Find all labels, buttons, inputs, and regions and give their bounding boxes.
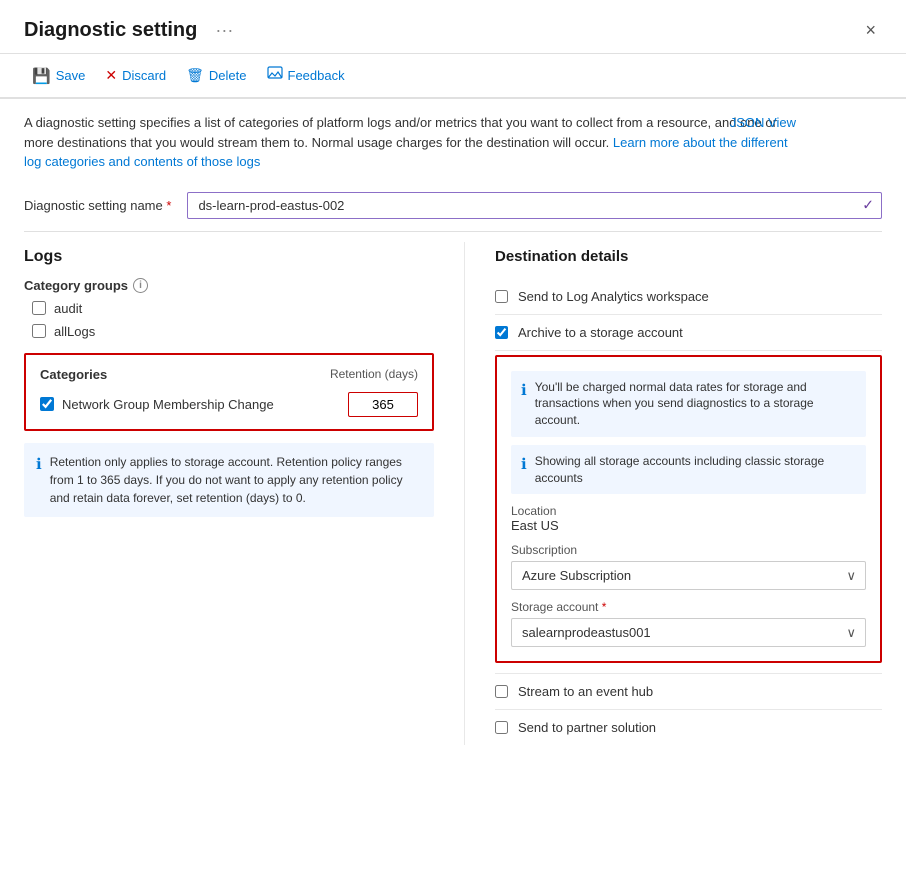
subscription-dropdown[interactable]: Azure Subscription: [511, 561, 866, 590]
info-icon: ℹ: [36, 454, 42, 477]
event-hub-label: Stream to an event hub: [518, 684, 653, 699]
subscription-dropdown-wrap: Azure Subscription ∨: [511, 561, 866, 590]
allLogs-label: allLogs: [54, 324, 95, 339]
charge-info-box: ℹ You'll be charged normal data rates fo…: [511, 371, 866, 437]
category-groups-title: Category groups i: [24, 278, 434, 293]
panel-options-dots[interactable]: ···: [215, 20, 233, 41]
title-row: Diagnostic setting ···: [24, 19, 233, 42]
network-group-checkbox[interactable]: [40, 397, 54, 411]
logs-section-title: Logs: [24, 248, 434, 266]
partner-solution-row: Send to partner solution: [495, 710, 882, 745]
partner-solution-checkbox[interactable]: [495, 721, 508, 734]
diag-name-row: Diagnostic setting name * ✓: [0, 182, 906, 231]
panel-title: Diagnostic setting: [24, 19, 197, 42]
log-analytics-checkbox[interactable]: [495, 290, 508, 303]
retention-info-box: ℹ Retention only applies to storage acco…: [24, 443, 434, 517]
save-label: Save: [56, 68, 86, 83]
feedback-label: Feedback: [288, 68, 345, 83]
json-view-link[interactable]: JSON View: [730, 113, 796, 133]
retention-days-label: Retention (days): [330, 367, 418, 381]
delete-label: Delete: [209, 68, 247, 83]
toolbar: 💾 Save ✕ Discard 🗑 Delete Feedback: [0, 54, 906, 98]
categories-box: Categories Retention (days) Network Grou…: [24, 353, 434, 431]
discard-icon: ✕: [105, 67, 117, 84]
diag-name-input[interactable]: [187, 192, 882, 219]
location-value: East US: [511, 518, 866, 533]
logs-section: Logs Category groups i audit allLogs Cat…: [24, 242, 464, 746]
storage-account-required: *: [602, 600, 607, 614]
diag-name-required: *: [166, 198, 171, 213]
storage-account-label: Storage account *: [511, 600, 866, 614]
charge-info-icon: ℹ: [521, 380, 527, 401]
discard-label: Discard: [122, 68, 166, 83]
feedback-icon: [267, 66, 283, 85]
audit-label: audit: [54, 301, 82, 316]
subscription-label: Subscription: [511, 543, 866, 557]
feedback-button[interactable]: Feedback: [259, 62, 353, 89]
diagnostic-setting-panel: Diagnostic setting ··· × 💾 Save ✕ Discar…: [0, 0, 906, 880]
event-hub-checkbox[interactable]: [495, 685, 508, 698]
save-button[interactable]: 💾 Save: [24, 63, 93, 89]
learn-more-link[interactable]: Learn more about the different log categ…: [24, 135, 788, 170]
categories-header: Categories Retention (days): [40, 367, 418, 382]
event-hub-row: Stream to an event hub: [495, 673, 882, 710]
two-col-layout: Logs Category groups i audit allLogs Cat…: [0, 232, 906, 746]
charge-info-text: You'll be charged normal data rates for …: [535, 379, 856, 429]
audit-checkbox-row: audit: [32, 301, 434, 316]
destination-section-title: Destination details: [495, 248, 882, 265]
archive-storage-row: Archive to a storage account: [495, 315, 882, 351]
network-group-category-row: Network Group Membership Change: [40, 392, 418, 417]
category-groups-info-icon[interactable]: i: [133, 278, 148, 293]
archive-storage-label: Archive to a storage account: [518, 325, 683, 340]
panel-header: Diagnostic setting ··· ×: [0, 0, 906, 54]
location-row: Location East US: [511, 504, 866, 533]
storage-info-icon: ℹ: [521, 454, 527, 475]
discard-button[interactable]: ✕ Discard: [97, 63, 174, 88]
storage-accounts-info-text: Showing all storage accounts including c…: [535, 453, 856, 487]
partner-solution-label: Send to partner solution: [518, 720, 656, 735]
storage-account-dropdown[interactable]: salearnprodeastus001: [511, 618, 866, 647]
storage-account-dropdown-wrap: salearnprodeastus001 ∨: [511, 618, 866, 647]
description-text: A diagnostic setting specifies a list of…: [24, 115, 788, 169]
log-analytics-row: Send to Log Analytics workspace: [495, 279, 882, 315]
storage-details-box: ℹ You'll be charged normal data rates fo…: [495, 355, 882, 664]
retention-input[interactable]: [348, 392, 418, 417]
check-icon: ✓: [862, 197, 874, 214]
archive-storage-checkbox[interactable]: [495, 326, 508, 339]
close-button[interactable]: ×: [859, 18, 882, 43]
delete-button[interactable]: 🗑 Delete: [178, 63, 254, 88]
diag-name-label: Diagnostic setting name *: [24, 198, 171, 213]
audit-checkbox[interactable]: [32, 301, 46, 315]
destination-section: Destination details Send to Log Analytic…: [464, 242, 882, 746]
allLogs-checkbox[interactable]: [32, 324, 46, 338]
diag-name-input-wrap: ✓: [187, 192, 882, 219]
retention-info-text: Retention only applies to storage accoun…: [50, 453, 422, 507]
storage-accounts-info-box: ℹ Showing all storage accounts including…: [511, 445, 866, 495]
location-label: Location: [511, 504, 866, 518]
allLogs-checkbox-row: allLogs: [32, 324, 434, 339]
log-analytics-label: Send to Log Analytics workspace: [518, 289, 709, 304]
description-section: A diagnostic setting specifies a list of…: [0, 99, 820, 182]
delete-icon: 🗑: [186, 67, 204, 84]
categories-label: Categories: [40, 367, 107, 382]
save-icon: 💾: [32, 67, 51, 85]
network-group-label: Network Group Membership Change: [62, 397, 340, 412]
